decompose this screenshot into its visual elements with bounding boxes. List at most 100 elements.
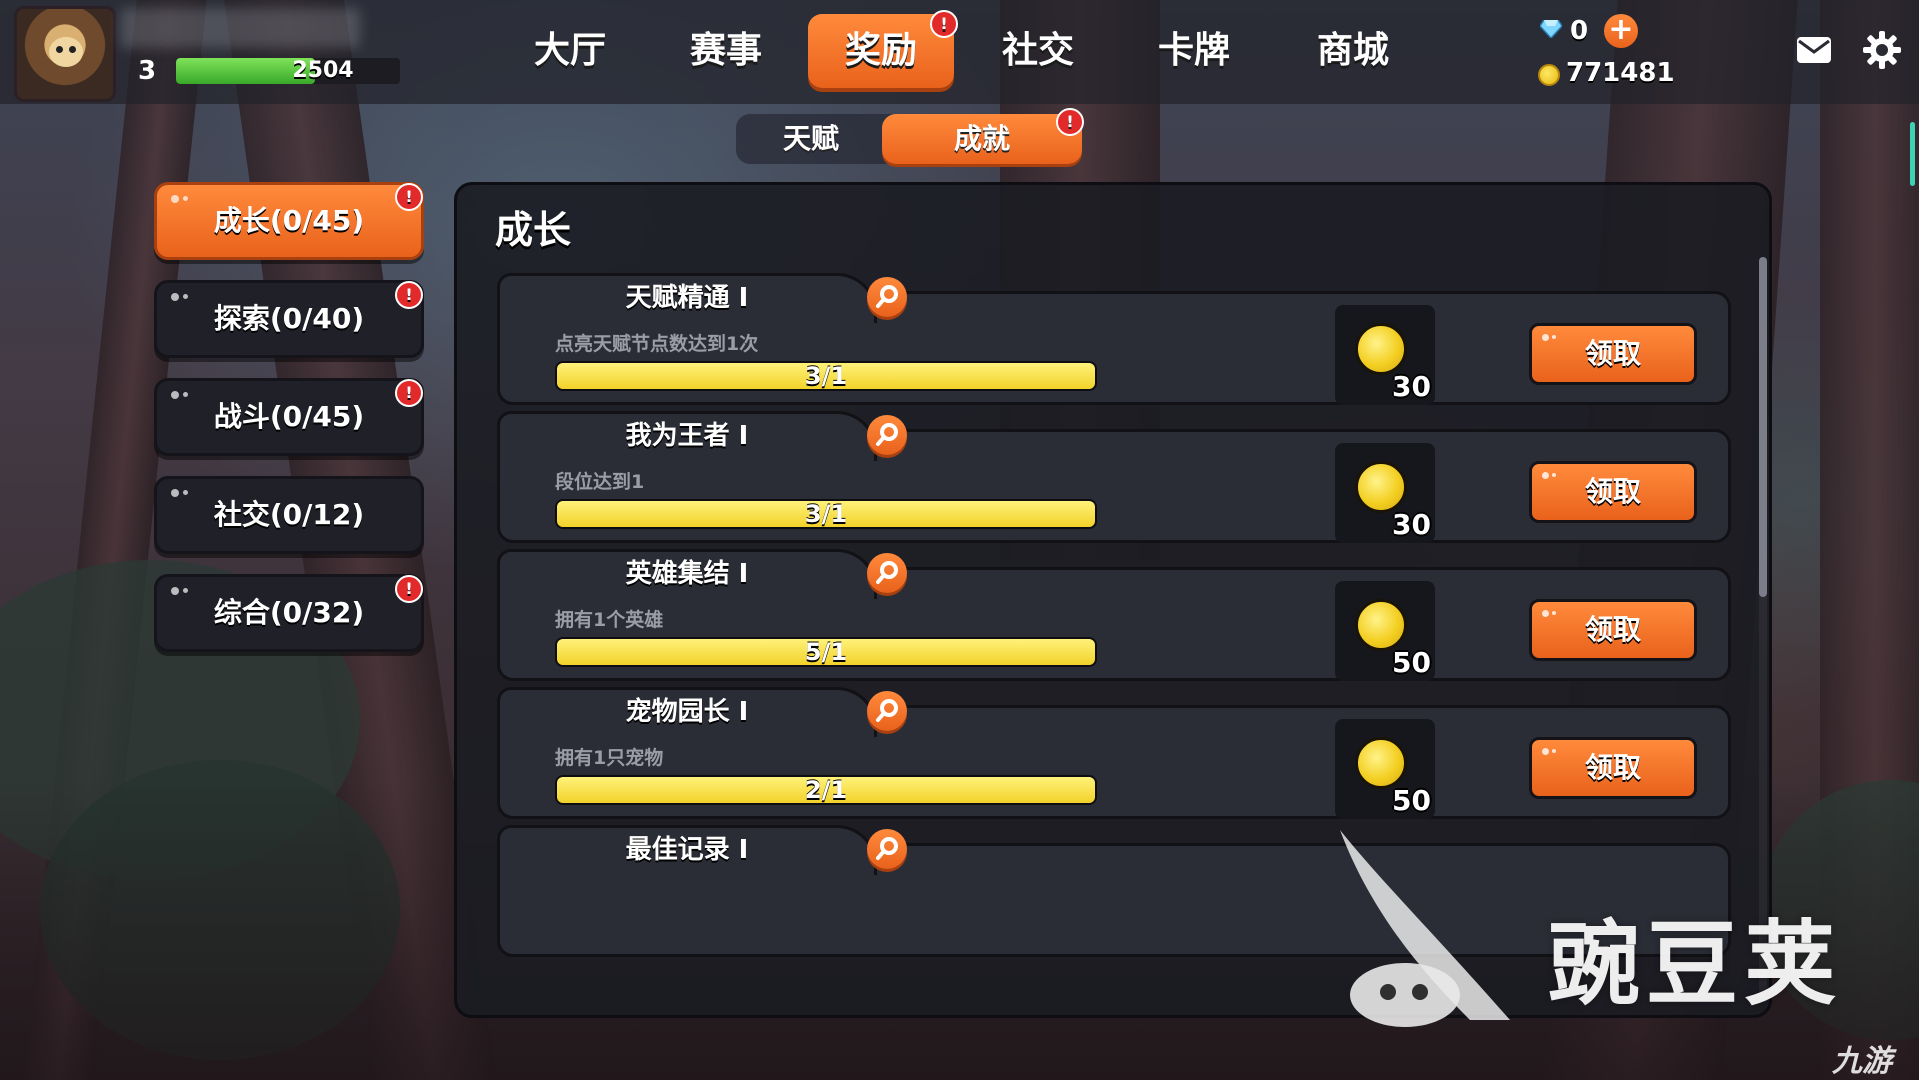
player-avatar[interactable] — [14, 6, 116, 102]
gold-coin-icon — [1355, 737, 1407, 789]
category-label: 探索(0/40) — [213, 302, 365, 335]
button-shine — [171, 489, 191, 497]
button-shine — [171, 195, 191, 203]
avatar-face — [49, 37, 83, 67]
reward-slot[interactable]: 30 — [1335, 305, 1435, 405]
gold-coin-icon — [1355, 599, 1407, 651]
category-general[interactable]: 综合(0/32) ! — [154, 574, 424, 652]
nav-tab-rewards[interactable]: 奖励 ! — [808, 10, 958, 88]
reward-quantity: 50 — [1392, 646, 1431, 679]
gold-coin-icon — [1538, 64, 1560, 86]
rewards-alert-badge: ! — [930, 10, 958, 38]
nav-tab-rewards-label: 奖励 — [844, 30, 917, 71]
top-bar: 3 2504 大厅 赛事 奖励 ! 社交 卡牌 商城 0 + 771481 — [0, 0, 1919, 104]
sub-tab-talent[interactable]: 天赋 — [736, 114, 886, 164]
progress-text: 2/1 — [804, 776, 848, 804]
player-name-blurred — [120, 8, 360, 48]
watermark-text: 豌豆荚 — [1548, 911, 1843, 1018]
category-label: 综合(0/32) — [213, 596, 365, 629]
nav-tab-social[interactable]: 社交 — [978, 14, 1098, 88]
achievement-card: 天赋精通 I 点亮天赋节点数达到1次 3/1 30 领取 — [497, 273, 1731, 405]
achievement-description: 段位达到1 — [555, 471, 645, 493]
button-shine — [1542, 334, 1562, 342]
claim-button[interactable]: 领取 — [1529, 323, 1697, 385]
achievement-name: 最佳记录 I — [625, 835, 749, 865]
nav-tab-lobby[interactable]: 大厅 — [510, 14, 630, 88]
achievement-name: 天赋精通 I — [625, 283, 749, 313]
category-alert-badge: ! — [395, 183, 423, 211]
button-shine — [1542, 610, 1562, 618]
gold-count: 771481 — [1566, 58, 1675, 88]
category-social[interactable]: 社交(0/12) — [154, 476, 424, 554]
button-shine — [1542, 472, 1562, 480]
claim-button[interactable]: 领取 — [1529, 737, 1697, 799]
claim-label: 领取 — [1584, 613, 1641, 646]
achievement-progress-bar: 3/1 — [555, 361, 1097, 391]
achievement-name: 我为王者 I — [625, 421, 749, 451]
nav-tab-cards[interactable]: 卡牌 — [1134, 14, 1254, 88]
category-growth[interactable]: 成长(0/45) ! — [154, 182, 424, 260]
achievement-progress-bar: 2/1 — [555, 775, 1097, 805]
achievement-progress-bar: 3/1 — [555, 499, 1097, 529]
category-alert-badge: ! — [395, 575, 423, 603]
magnifier-icon[interactable] — [867, 691, 907, 731]
achievement-description: 点亮天赋节点数达到1次 — [555, 333, 759, 355]
achievement-name: 宠物园长 I — [625, 697, 749, 727]
claim-button[interactable]: 领取 — [1529, 599, 1697, 661]
reward-quantity: 30 — [1392, 370, 1431, 403]
achievement-card: 宠物园长 I 拥有1只宠物 2/1 50 领取 — [497, 687, 1731, 819]
magnifier-icon[interactable] — [867, 553, 907, 593]
reward-slot[interactable]: 50 — [1335, 719, 1435, 819]
achievement-name: 英雄集结 I — [625, 559, 749, 589]
reward-quantity: 30 — [1392, 508, 1431, 541]
gold-coin-icon — [1355, 323, 1407, 375]
magnifier-icon[interactable] — [867, 829, 907, 869]
category-label: 成长(0/45) — [213, 204, 365, 237]
wandoujia-logo-icon — [1340, 830, 1510, 1027]
claim-label: 领取 — [1584, 337, 1641, 370]
corner-watermark: 九游 — [1832, 1044, 1892, 1079]
progress-text: 3/1 — [804, 500, 848, 528]
category-label: 战斗(0/45) — [213, 400, 365, 433]
progress-text: 3/1 — [804, 362, 848, 390]
achievement-description: 拥有1个英雄 — [555, 609, 664, 631]
diamond-icon — [1540, 20, 1562, 38]
category-label: 社交(0/12) — [213, 498, 365, 531]
scroll-thumb[interactable] — [1759, 257, 1767, 597]
magnifier-icon[interactable] — [867, 277, 907, 317]
side-indicator — [1910, 122, 1915, 186]
category-alert-badge: ! — [395, 379, 423, 407]
achievement-card: 我为王者 I 段位达到1 3/1 30 领取 — [497, 411, 1731, 543]
claim-button[interactable]: 领取 — [1529, 461, 1697, 523]
mail-icon[interactable] — [1796, 36, 1832, 64]
nav-tab-events[interactable]: 赛事 — [666, 14, 786, 88]
panel-title: 成长 — [495, 208, 572, 252]
claim-label: 领取 — [1584, 475, 1641, 508]
achievement-alert-badge: ! — [1056, 108, 1084, 136]
progress-text: 5/1 — [804, 638, 848, 666]
player-level: 3 — [138, 56, 157, 86]
category-battle[interactable]: 战斗(0/45) ! — [154, 378, 424, 456]
claim-label: 领取 — [1584, 751, 1641, 784]
sub-tab-achievement-label: 成就 — [953, 122, 1010, 155]
diamond-count: 0 — [1570, 16, 1589, 46]
achievement-card: 英雄集结 I 拥有1个英雄 5/1 50 领取 — [497, 549, 1731, 681]
magnifier-icon[interactable] — [867, 415, 907, 455]
xp-value: 2504 — [292, 58, 354, 83]
sub-tab-achievement[interactable]: 成就 ! — [882, 108, 1084, 164]
add-diamonds-button[interactable]: + — [1604, 14, 1638, 48]
achievement-card: 最佳记录 I — [497, 825, 1731, 957]
gear-icon[interactable] — [1862, 30, 1902, 70]
gold-coin-icon — [1355, 461, 1407, 513]
button-shine — [171, 587, 191, 595]
reward-slot[interactable]: 30 — [1335, 443, 1435, 543]
reward-slot[interactable]: 50 — [1335, 581, 1435, 681]
nav-tab-shop[interactable]: 商城 — [1290, 14, 1416, 88]
button-shine — [171, 391, 191, 399]
achievement-description: 拥有1只宠物 — [555, 747, 664, 769]
category-alert-badge: ! — [395, 281, 423, 309]
achievement-progress-bar: 5/1 — [555, 637, 1097, 667]
category-explore[interactable]: 探索(0/40) ! — [154, 280, 424, 358]
button-shine — [171, 293, 191, 301]
button-shine — [1542, 748, 1562, 756]
